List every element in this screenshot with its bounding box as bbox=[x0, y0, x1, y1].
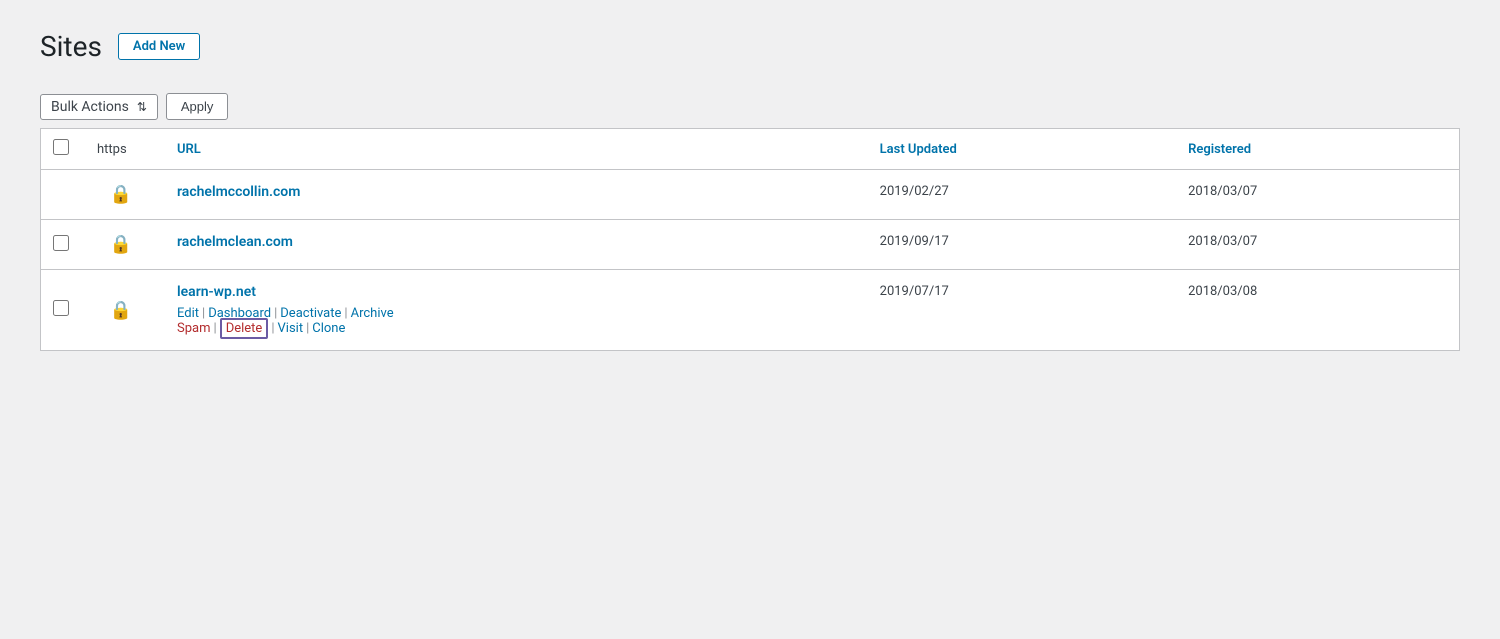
action-separator: | bbox=[214, 321, 217, 336]
row-registered: 2018/03/08 bbox=[1172, 270, 1459, 351]
row-url-cell: learn-wp.netEdit|Dashboard|Deactivate|Ar… bbox=[161, 270, 864, 351]
row-registered: 2018/03/07 bbox=[1172, 220, 1459, 270]
row-url-cell: rachelmccollin.com bbox=[161, 170, 864, 220]
page-title: Sites bbox=[40, 30, 102, 63]
row-https-cell: 🔒 bbox=[81, 270, 161, 351]
bulk-actions-arrows-icon: ⇅ bbox=[137, 100, 147, 114]
action-separator: | bbox=[306, 321, 309, 336]
site-url-link[interactable]: rachelmccollin.com bbox=[177, 184, 300, 200]
action-edit-link[interactable]: Edit bbox=[177, 306, 199, 321]
page-header: Sites Add New bbox=[40, 30, 1460, 63]
action-spam-link[interactable]: Spam bbox=[177, 321, 211, 336]
row-checkbox[interactable] bbox=[53, 235, 69, 251]
toolbar: Bulk Actions ⇅ Apply bbox=[40, 93, 1460, 120]
site-url-link[interactable]: learn-wp.net bbox=[177, 284, 256, 300]
header-https: https bbox=[81, 129, 161, 170]
header-last-updated[interactable]: Last Updated bbox=[864, 129, 1172, 170]
site-url-link[interactable]: rachelmclean.com bbox=[177, 234, 293, 250]
select-all-checkbox[interactable] bbox=[53, 139, 69, 155]
row-checkbox-cell bbox=[41, 220, 82, 270]
header-checkbox-cell bbox=[41, 129, 82, 170]
row-registered: 2018/03/07 bbox=[1172, 170, 1459, 220]
lock-icon: 🔒 bbox=[110, 184, 132, 205]
add-new-button[interactable]: Add New bbox=[118, 33, 200, 60]
action-separator: | bbox=[344, 306, 347, 321]
row-actions: Edit|Dashboard|Deactivate|ArchiveSpam|De… bbox=[177, 306, 848, 336]
bulk-actions-label: Bulk Actions bbox=[51, 99, 129, 115]
action-archive-link[interactable]: Archive bbox=[351, 306, 394, 321]
action-separator: | bbox=[202, 306, 205, 321]
action-deactivate-link[interactable]: Deactivate bbox=[280, 306, 341, 321]
table-row: 🔒 rachelmccollin.com 2019/02/272018/03/07 bbox=[41, 170, 1460, 220]
row-last-updated: 2019/09/17 bbox=[864, 220, 1172, 270]
row-checkbox-cell bbox=[41, 270, 82, 351]
lock-icon: 🔒 bbox=[110, 300, 132, 321]
row-checkbox-cell bbox=[41, 170, 82, 220]
lock-icon: 🔒 bbox=[110, 234, 132, 255]
header-url[interactable]: URL bbox=[161, 129, 864, 170]
row-last-updated: 2019/07/17 bbox=[864, 270, 1172, 351]
actions-line-1: Edit|Dashboard|Deactivate|Archive bbox=[177, 306, 848, 321]
table-row: 🔒 rachelmclean.com 2019/09/172018/03/07 bbox=[41, 220, 1460, 270]
header-registered[interactable]: Registered bbox=[1172, 129, 1459, 170]
action-separator: | bbox=[274, 306, 277, 321]
actions-line-2: Spam|Delete|Visit|Clone bbox=[177, 321, 848, 336]
action-delete-link[interactable]: Delete bbox=[220, 318, 269, 339]
bulk-actions-select[interactable]: Bulk Actions ⇅ bbox=[40, 94, 158, 120]
row-https-cell: 🔒 bbox=[81, 220, 161, 270]
table-row: 🔒learn-wp.netEdit|Dashboard|Deactivate|A… bbox=[41, 270, 1460, 351]
row-last-updated: 2019/02/27 bbox=[864, 170, 1172, 220]
row-checkbox[interactable] bbox=[53, 300, 69, 316]
row-https-cell: 🔒 bbox=[81, 170, 161, 220]
action-clone-link[interactable]: Clone bbox=[312, 321, 345, 336]
row-url-cell: rachelmclean.com bbox=[161, 220, 864, 270]
table-header-row: https URL Last Updated Registered bbox=[41, 129, 1460, 170]
apply-button[interactable]: Apply bbox=[166, 93, 229, 120]
action-separator: | bbox=[271, 321, 274, 336]
sites-table: https URL Last Updated Registered 🔒 rache… bbox=[40, 128, 1460, 351]
action-visit-link[interactable]: Visit bbox=[278, 321, 304, 336]
